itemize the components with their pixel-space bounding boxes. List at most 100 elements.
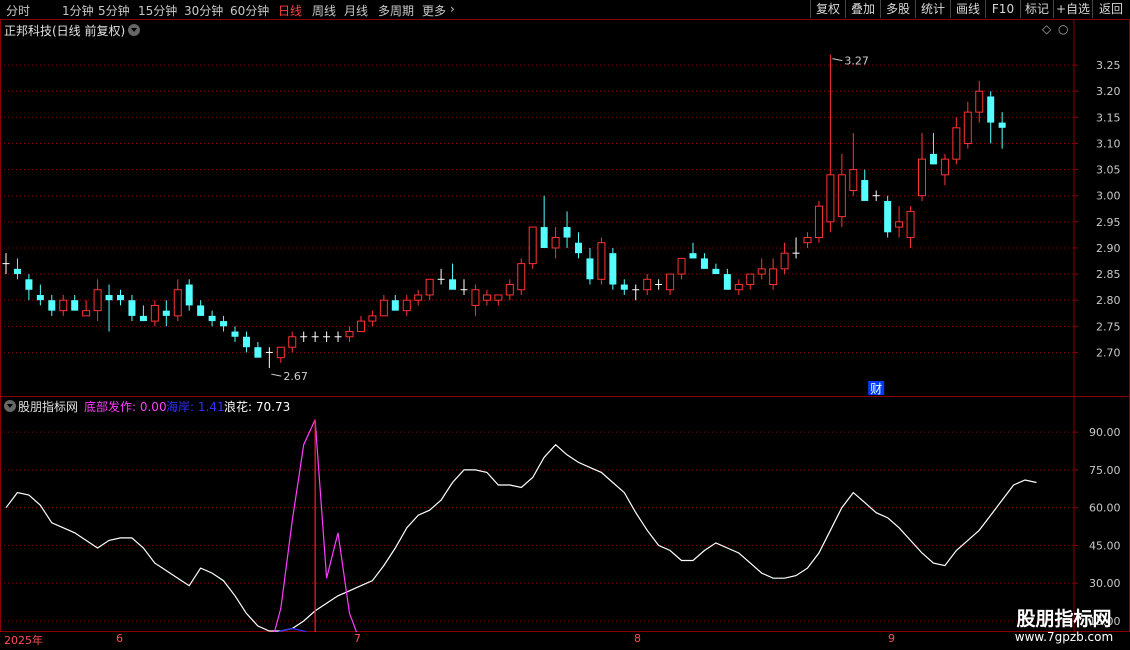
candle (460, 279, 468, 295)
candle (505, 279, 514, 301)
tab-5min[interactable]: 5分钟 (98, 2, 130, 19)
low-label: 2.67 (283, 370, 308, 383)
candle (25, 274, 33, 301)
candle-body (780, 252, 789, 270)
candle (391, 294, 399, 311)
tab-fenshi[interactable]: 分时 (6, 2, 30, 19)
candle-body (242, 336, 250, 348)
candle (861, 169, 869, 201)
candle-body (505, 284, 514, 296)
candle (700, 253, 708, 269)
add-favorite-button[interactable]: +自选 (1053, 0, 1092, 18)
chevron-right-icon[interactable]: › (450, 2, 455, 16)
candle (712, 263, 720, 275)
candle (242, 331, 250, 353)
candle (82, 300, 91, 317)
candle (48, 294, 56, 316)
watermark-url: www.7gpzb.com (1014, 630, 1114, 644)
candle (746, 273, 755, 290)
candle (517, 258, 526, 295)
candle-body (769, 268, 778, 286)
candle-body (414, 294, 423, 301)
candle-body (276, 346, 285, 359)
candle-body (356, 320, 365, 333)
candle (632, 284, 640, 301)
candlestick-chart[interactable]: 3.25 3.20 3.15 3.10 3.05 3.00 2.95 2.90 2.85 2.80… (0, 19, 1130, 397)
candle (323, 331, 331, 342)
candle-body (803, 237, 812, 244)
candle-body (71, 300, 79, 311)
candle-body (895, 221, 904, 228)
candle-body (884, 200, 892, 233)
candle (689, 242, 697, 259)
tab-30min[interactable]: 30分钟 (184, 2, 223, 19)
tab-monthly[interactable]: 月线 (344, 2, 368, 19)
candle-body (150, 304, 159, 322)
candle (425, 278, 434, 301)
candle (620, 279, 628, 295)
date-label: 8 (634, 632, 641, 645)
candle (849, 133, 858, 196)
tab-15min[interactable]: 15分钟 (138, 2, 177, 19)
candle (93, 279, 102, 322)
draw-line-button[interactable]: 画线 (950, 0, 985, 18)
candle-body (975, 90, 984, 113)
candle-body (494, 294, 503, 301)
candle (139, 305, 147, 322)
candle (368, 310, 377, 327)
candle (437, 268, 445, 285)
candle-body (173, 289, 182, 317)
candle-body (700, 258, 708, 269)
candle-body (517, 263, 526, 291)
candle (117, 289, 124, 306)
candle (288, 331, 297, 353)
candle (414, 289, 423, 306)
tab-1min[interactable]: 1分钟 (62, 2, 94, 19)
candle (769, 258, 778, 290)
tab-60min[interactable]: 60分钟 (230, 2, 269, 19)
candle (300, 331, 308, 342)
candle-body (952, 127, 961, 160)
y-tick-label: 3.05 (1096, 164, 1121, 177)
mark-button[interactable]: 标记 (1020, 0, 1053, 18)
multi-stock-button[interactable]: 多股 (880, 0, 915, 18)
y-tick-label: 2.95 (1096, 216, 1121, 229)
candle-body (117, 294, 124, 301)
f10-button[interactable]: F10 (985, 0, 1020, 18)
candle-body (220, 321, 228, 327)
candle-body (837, 174, 846, 218)
candle (575, 232, 582, 259)
candle (173, 279, 182, 322)
tab-daily[interactable]: 日线 (278, 2, 302, 19)
candle (449, 263, 457, 290)
candle (59, 294, 68, 316)
candle-body (379, 299, 388, 317)
candle-body (677, 257, 686, 275)
candle-body (734, 284, 743, 291)
restore-right-button[interactable]: 复权 (810, 0, 845, 18)
candle-body (13, 268, 21, 275)
statistics-button[interactable]: 统计 (915, 0, 950, 18)
indicator-chart[interactable]: 90.0075.0060.0045.0030.0015.00 (0, 396, 1130, 632)
back-button[interactable]: 返回 (1092, 0, 1129, 18)
tab-more[interactable]: 更多 (422, 2, 446, 19)
tab-multi-period[interactable]: 多周期 (378, 2, 414, 19)
candle (677, 257, 686, 280)
candle (379, 294, 388, 317)
series-line (5, 443, 1037, 632)
candle-body (998, 122, 1006, 128)
overlay-button[interactable]: 叠加 (845, 0, 880, 18)
watermark: 股朋指标网 www.7gpzb.com (1004, 608, 1124, 644)
candle-body (254, 347, 262, 358)
candle-body (368, 315, 377, 322)
candle (655, 279, 663, 290)
tab-weekly[interactable]: 周线 (312, 2, 336, 19)
candle (792, 237, 800, 259)
candle-body (929, 153, 937, 165)
candle-body (723, 274, 731, 290)
candle (162, 300, 170, 327)
candle (757, 258, 766, 280)
candle (666, 273, 675, 295)
candle-body (105, 294, 113, 301)
candle (643, 274, 652, 295)
